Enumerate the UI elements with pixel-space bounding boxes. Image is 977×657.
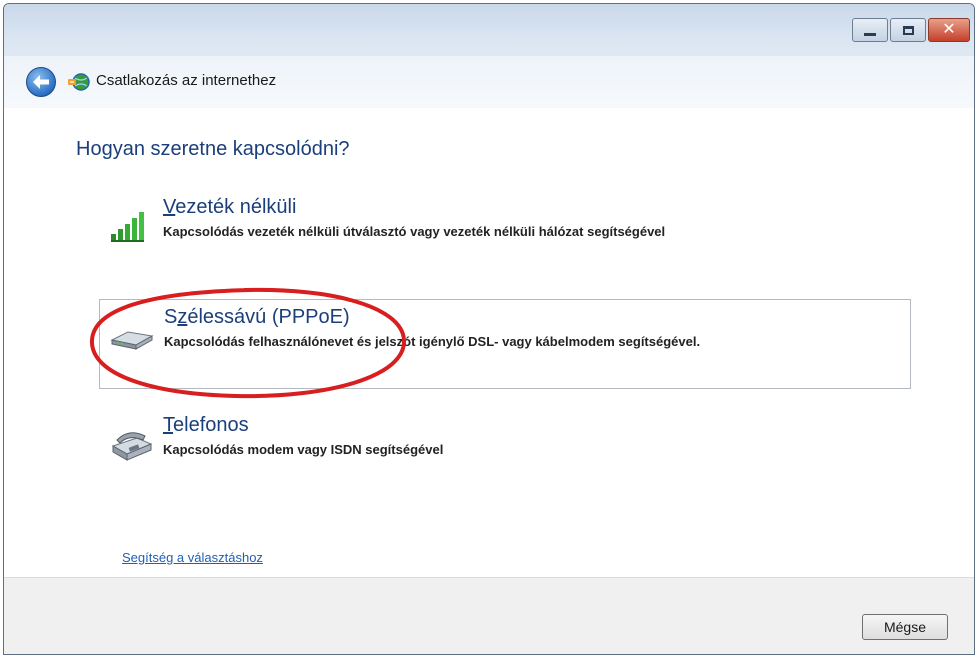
arrow-left-icon: [33, 75, 49, 89]
maximize-icon: [902, 25, 914, 35]
option-wireless[interactable]: Vezeték nélküli Kapcsolódás vezeték nélk…: [99, 190, 911, 280]
option-wireless-accesskey: V: [163, 196, 176, 218]
minimize-button[interactable]: [852, 18, 888, 42]
broadband-modem-icon: [110, 331, 154, 350]
option-broadband-title: Szélessávú (PPPoE): [164, 306, 350, 329]
content-area: Hogyan szeretne kapcsolódni? Vezeték nél…: [4, 108, 974, 578]
page-heading: Hogyan szeretne kapcsolódni?: [76, 138, 350, 160]
option-broadband-accesskey: z: [177, 306, 188, 328]
network-globe-icon: [68, 73, 90, 91]
caption-buttons: ✕: [852, 18, 970, 42]
footer-bar: Mégse: [4, 577, 974, 654]
option-broadband-title-rest: élessávú (PPPoE): [187, 306, 350, 328]
option-dialup-accesskey: T: [163, 414, 173, 436]
back-button[interactable]: [26, 67, 56, 97]
minimize-icon: [864, 32, 876, 36]
title-bar: ✕ Csatlakozás az internethez: [4, 4, 974, 108]
telephone-modem-icon: [111, 432, 153, 461]
option-dialup-title-rest: elefonos: [173, 414, 249, 436]
wireless-signal-icon: [111, 212, 144, 242]
option-broadband-description: Kapcsolódás felhasználónevet és jelszót …: [164, 334, 701, 349]
option-wireless-title: Vezeték nélküli: [163, 196, 296, 219]
window-title: Csatlakozás az internethez: [96, 72, 277, 89]
option-broadband-title-start: S: [164, 306, 178, 328]
option-dialup-title: Telefonos: [163, 414, 249, 437]
option-wireless-description: Kapcsolódás vezeték nélküli útválasztó v…: [163, 224, 666, 239]
maximize-button[interactable]: [890, 18, 926, 42]
option-dialup[interactable]: Telefonos Kapcsolódás modem vagy ISDN se…: [99, 408, 911, 498]
option-broadband[interactable]: Szélessávú (PPPoE) Kapcsolódás felhaszná…: [99, 299, 911, 389]
cancel-button[interactable]: Mégse: [862, 614, 948, 640]
help-link[interactable]: Segítség a választáshoz: [122, 550, 263, 565]
close-button[interactable]: ✕: [928, 18, 970, 42]
option-wireless-title-rest: ezeték nélküli: [175, 196, 297, 218]
close-icon: ✕: [942, 21, 956, 38]
option-dialup-description: Kapcsolódás modem vagy ISDN segítségével: [163, 442, 444, 457]
wizard-window: ✕ Csatlakozás az internethez Hogyan szer…: [3, 3, 975, 655]
